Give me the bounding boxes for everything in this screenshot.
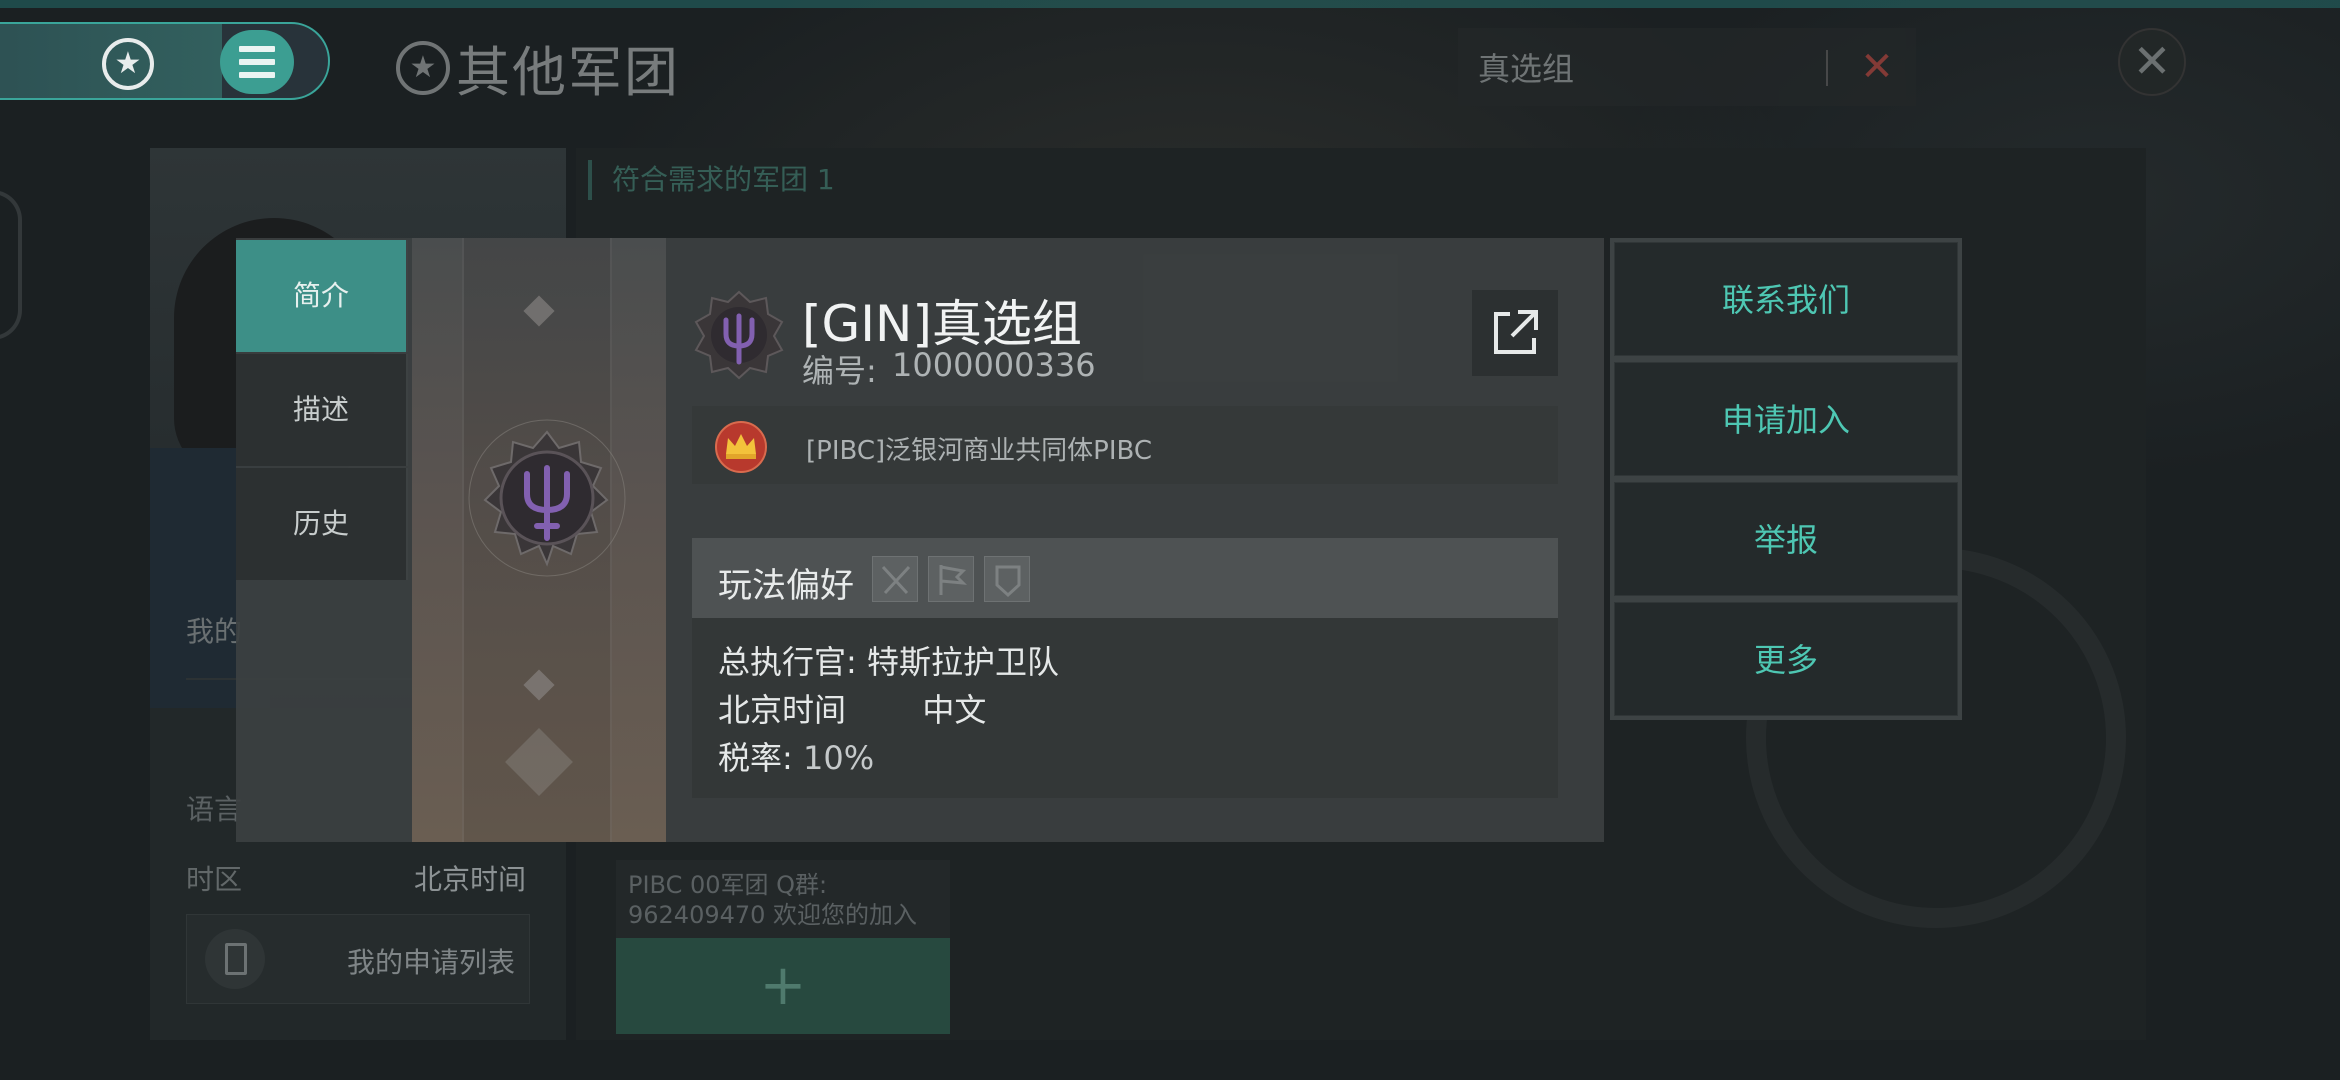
dialog-tabs: 简介 描述 历史 [236, 238, 410, 842]
language-value: 中文 [922, 691, 987, 729]
ceo-label: 总执行官: [718, 643, 857, 681]
my-application-list-button[interactable]: 我的申请列表 [186, 914, 530, 1004]
external-link-icon [1494, 310, 1538, 354]
more-button[interactable]: 更多 [1614, 602, 1958, 716]
search-divider [1826, 50, 1828, 86]
timezone-language-row: 北京时间 中文 [718, 686, 1532, 734]
corp-details: 总执行官: 特斯拉护卫队 北京时间 中文 税率: 10% [692, 618, 1558, 798]
share-button[interactable] [1472, 290, 1558, 376]
star-icon: ★ [102, 38, 154, 90]
menu-icon [239, 46, 275, 52]
ceo-row: 总执行官: 特斯拉护卫队 [718, 638, 1532, 686]
swords-icon[interactable] [872, 556, 918, 602]
tax-row: 税率: 10% [718, 734, 1532, 782]
corp-info-area: [GIN]真选组 编号: 1000000336 [PIBC]泛银河商业共同体PI… [692, 238, 1582, 842]
close-button[interactable]: ✕ [2118, 28, 2186, 96]
report-button[interactable]: 举报 [1614, 482, 1958, 596]
star-icon: ★ [396, 40, 450, 95]
emblem-panel [412, 238, 666, 842]
apply-join-button[interactable]: 申请加入 [1614, 362, 1958, 476]
corp-info-dialog: 简介 描述 历史 [GIN]真选组 编号: 1000000336 [PIBC]泛… [236, 238, 1604, 842]
my-application-list-label: 我的申请列表 [347, 946, 516, 979]
search-box: ✕ [1458, 28, 1916, 106]
corp-id-value: 1000000336 [892, 346, 1096, 384]
page-title-wrap: ★ 其他军团 [396, 28, 680, 107]
shield-icon[interactable] [984, 556, 1030, 602]
side-tab-hex[interactable] [0, 190, 22, 340]
timezone-value: 北京时间 [718, 691, 847, 729]
search-input[interactable] [1478, 42, 1808, 92]
clear-icon[interactable]: ✕ [1852, 42, 1902, 92]
page-title: 其他军团 [456, 41, 680, 104]
alliance-crown-icon [715, 421, 767, 473]
menu-button[interactable] [220, 30, 294, 94]
tab-history[interactable]: 历史 [236, 468, 408, 580]
timezone-label: 时区 [186, 863, 243, 896]
alliance-name: [PIBC]泛银河商业共同体PIBC [806, 436, 1153, 466]
sidebar-toggle[interactable]: ★ [0, 22, 330, 100]
contact-us-button[interactable]: 联系我们 [1614, 242, 1958, 356]
corp-card-add-button[interactable]: + [616, 938, 950, 1034]
corp-id-label: 编号: [802, 352, 877, 390]
tab-description[interactable]: 描述 [236, 354, 408, 466]
corp-logo-icon [694, 290, 784, 380]
timezone-value: 北京时间 [413, 863, 526, 896]
action-buttons: 联系我们 申请加入 举报 更多 [1610, 238, 1962, 720]
play-preference-header: 玩法偏好 [692, 538, 1558, 618]
language-label: 语言 [186, 793, 243, 826]
tab-intro[interactable]: 简介 [236, 240, 408, 352]
tax-label: 税率: [718, 739, 793, 777]
flag-icon[interactable] [928, 556, 974, 602]
tax-value: 10% [802, 739, 875, 777]
clipboard-icon [205, 929, 265, 989]
ceo-name: 特斯拉护卫队 [866, 643, 1059, 681]
results-header: 符合需求的军团 1 [588, 160, 835, 200]
alliance-bar[interactable]: [PIBC]泛银河商业共同体PIBC [692, 406, 1558, 484]
my-corp-label: 我的 [186, 615, 243, 648]
trident-emblem-icon [468, 419, 626, 577]
play-preference-label: 玩法偏好 [718, 566, 854, 606]
